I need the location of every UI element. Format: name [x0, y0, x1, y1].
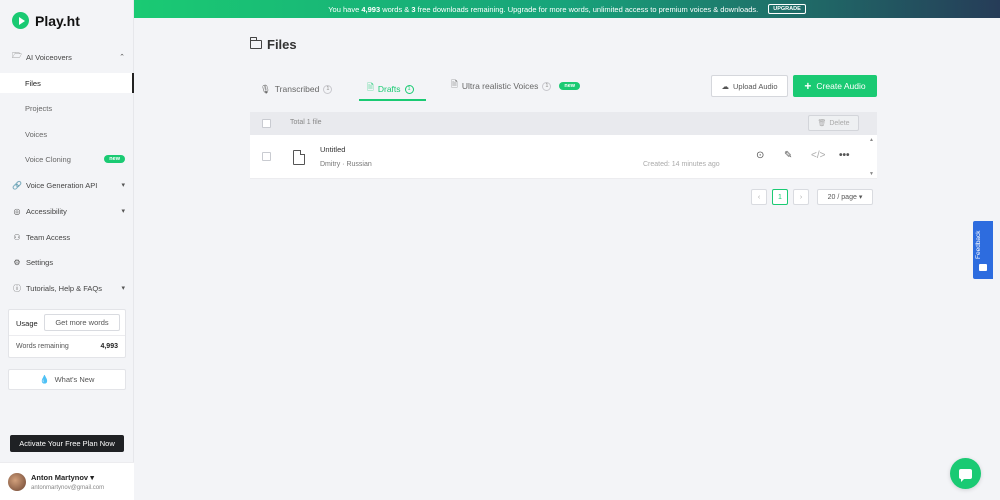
- whats-new-button[interactable]: 💧 What's New: [8, 369, 126, 390]
- app-name: Play.ht: [35, 12, 80, 29]
- chat-button[interactable]: [950, 458, 981, 489]
- usage-panel: Usage Get more words Words remaining 4,9…: [8, 309, 126, 358]
- create-audio-button[interactable]: + Create Audio: [793, 75, 877, 97]
- document-icon: 🗎: [451, 79, 458, 89]
- banner-downloads-count: 3: [411, 4, 416, 14]
- user-name: Anton Martynov ▾: [31, 473, 94, 482]
- sidebar-item-settings[interactable]: ⚙ Settings: [0, 252, 134, 272]
- delete-button[interactable]: 🗑 Delete: [808, 115, 859, 131]
- play-logo-icon: [12, 12, 29, 29]
- chevron-down-icon: ▾: [121, 285, 125, 292]
- team-icon: ⚇: [13, 232, 21, 242]
- sidebar-item-label: AI Voiceovers: [26, 52, 72, 62]
- chevron-down-icon: ▾: [858, 194, 863, 201]
- file-icon: [293, 149, 306, 165]
- embed-code-icon[interactable]: </>: [811, 150, 825, 161]
- trash-icon: 🗑: [817, 120, 827, 127]
- chevron-up-icon: ⌃: [119, 54, 125, 61]
- link-icon: 🔗: [12, 180, 22, 190]
- banner-words-count: 4,993: [361, 4, 381, 14]
- new-badge: new: [104, 155, 125, 163]
- sidebar-item-tutorials[interactable]: ⓘ Tutorials, Help & FAQs ▾: [0, 278, 134, 298]
- chevron-down-icon: ▾: [121, 182, 125, 189]
- total-files-label: Total 1 file: [290, 119, 322, 126]
- logo[interactable]: Play.ht: [12, 12, 80, 29]
- sidebar-item-label: Tutorials, Help & FAQs: [26, 283, 102, 293]
- sidebar-item-team-access[interactable]: ⚇ Team Access: [0, 227, 134, 247]
- sidebar-item-label: Voice Generation API: [26, 180, 98, 190]
- table-row[interactable]: Untitled Dmitry · Russian Created: 14 mi…: [250, 135, 877, 179]
- select-all-checkbox[interactable]: [262, 119, 271, 128]
- sidebar-item-label: Team Access: [26, 232, 71, 242]
- feedback-tab[interactable]: Feedback: [973, 221, 993, 279]
- new-badge: new: [559, 82, 581, 90]
- scroll-up-icon[interactable]: ▲: [869, 137, 874, 143]
- sidebar-item-voice-cloning[interactable]: Voice Cloning new: [0, 149, 134, 169]
- gear-icon: ⚙: [13, 257, 21, 267]
- avatar: [8, 473, 26, 491]
- scroll-down-icon[interactable]: ▼: [869, 171, 874, 177]
- sidebar-item-label: Voices: [25, 129, 48, 139]
- tab-drafts[interactable]: 🗎 Drafts 1: [367, 78, 414, 100]
- info-icon: ⓘ: [13, 283, 21, 293]
- upgrade-button[interactable]: UPGRADE: [768, 4, 806, 14]
- sidebar-item-label: Voice Cloning: [25, 154, 71, 164]
- user-email: antonmartynov@gmail.com: [31, 485, 105, 491]
- prev-page-button[interactable]: ‹: [751, 189, 767, 205]
- sidebar-item-voices[interactable]: Voices: [0, 124, 134, 144]
- banner-text: You have 4,993 words & 3 free downloads …: [328, 4, 759, 14]
- feedback-icon: [979, 264, 987, 271]
- sidebar-item-projects[interactable]: Projects: [0, 98, 134, 118]
- active-tab-indicator: [359, 99, 426, 101]
- sidebar-item-files[interactable]: Files: [0, 73, 134, 93]
- sidebar-item-label: Files: [25, 78, 41, 88]
- accessibility-icon: ◎: [13, 206, 21, 216]
- activate-plan-button[interactable]: Activate Your Free Plan Now: [10, 435, 124, 452]
- sidebar-item-accessibility[interactable]: ◎ Accessibility ▾: [0, 201, 134, 221]
- sidebar-item-label: Projects: [25, 103, 53, 113]
- sidebar-item-ai-voiceovers[interactable]: 🗁 AI Voiceovers ⌃: [0, 47, 134, 67]
- row-checkbox[interactable]: [262, 152, 271, 161]
- edit-icon[interactable]: ✎: [784, 150, 792, 161]
- cloud-upload-icon: ☁: [721, 81, 729, 91]
- chevron-down-icon: ▾: [121, 208, 125, 215]
- file-created: Created: 14 minutes ago: [643, 161, 720, 168]
- get-more-words-button[interactable]: Get more words: [44, 314, 120, 331]
- mic-icon: 🎙: [260, 83, 271, 94]
- tab-count: 1: [404, 84, 414, 94]
- next-page-button[interactable]: ›: [793, 189, 809, 205]
- table-header: Total 1 file 🗑 Delete: [250, 112, 877, 135]
- folder-open-icon: [249, 37, 262, 49]
- file-voice: Dmitry · Russian: [320, 161, 372, 168]
- download-icon[interactable]: ⊙: [756, 150, 764, 161]
- whats-new-label: What's New: [54, 375, 95, 384]
- tab-count: 1: [323, 84, 333, 94]
- upgrade-banner: You have 4,993 words & 3 free downloads …: [134, 0, 1000, 18]
- user-menu[interactable]: Anton Martynov ▾ antonmartynov@gmail.com: [0, 462, 134, 500]
- sidebar-item-label: Accessibility: [26, 206, 67, 216]
- upload-audio-button[interactable]: ☁ Upload Audio: [711, 75, 788, 97]
- file-title[interactable]: Untitled: [320, 145, 345, 154]
- words-remaining-label: Words remaining: [16, 343, 69, 350]
- divider: [9, 335, 125, 336]
- more-options-icon[interactable]: •••: [839, 150, 850, 161]
- sidebar-item-label: Settings: [26, 257, 54, 267]
- words-remaining-value: 4,993: [100, 343, 118, 350]
- folder-icon: 🗁: [12, 51, 22, 60]
- feedback-label: Feedback: [975, 230, 982, 259]
- tab-ultra-realistic-voices[interactable]: 🗎 Ultra realistic Voices 1 new: [451, 75, 581, 97]
- plus-icon: +: [804, 79, 812, 93]
- tab-count: 1: [542, 81, 552, 91]
- page-title: Files: [249, 37, 297, 52]
- tab-transcribed[interactable]: 🎙 Transcribed 1: [260, 78, 333, 100]
- usage-label: Usage: [16, 319, 38, 328]
- chat-bubble-icon: [959, 468, 972, 482]
- caret-down-icon: ▾: [90, 473, 94, 482]
- document-icon: 🗎: [367, 82, 374, 92]
- sidebar-item-voice-generation-api[interactable]: 🔗 Voice Generation API ▾: [0, 175, 134, 195]
- sidebar: Play.ht 🗁 AI Voiceovers ⌃ Files Projects…: [0, 0, 134, 500]
- page-number[interactable]: 1: [772, 189, 788, 205]
- page-size-select[interactable]: 20 / page ▾: [817, 189, 873, 205]
- drop-icon: 💧: [39, 375, 50, 384]
